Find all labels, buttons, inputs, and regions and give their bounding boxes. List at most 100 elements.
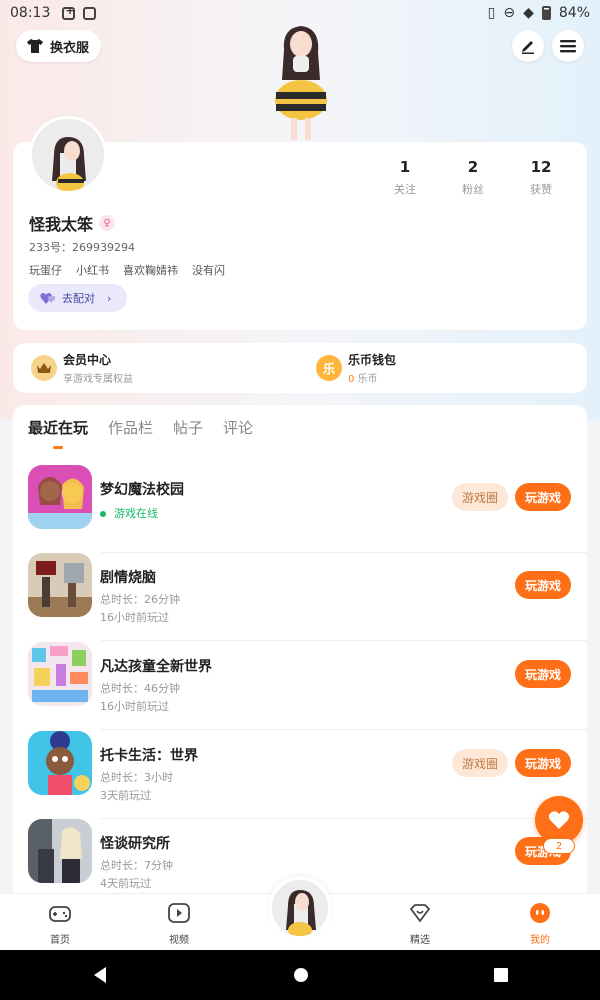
pen-icon (522, 41, 534, 54)
game-row[interactable]: 凡达孩童全新世界 总时长：46分钟 16小时前玩过 玩游戏 (13, 642, 587, 730)
game-last-played: 4天前玩过 (100, 877, 151, 890)
nav-me[interactable]: 我的 (510, 902, 570, 946)
stat-following[interactable]: 1 关注 (371, 158, 439, 197)
game-icon (28, 731, 92, 795)
heart-icon (548, 811, 570, 829)
notification-add-icon (62, 4, 76, 20)
notification-app-icon (83, 6, 97, 20)
game-name: 托卡生活：世界 (100, 748, 198, 764)
game-icon (28, 553, 92, 617)
game-play-duration: 总时长：3小时 (100, 771, 173, 784)
username-row: 怪我太笨 ♀ (29, 211, 116, 235)
nav-featured[interactable]: 精选 (390, 902, 450, 946)
floating-favorite-button[interactable] (535, 796, 583, 844)
coin-amount: 0 (348, 374, 355, 385)
stat-likes[interactable]: 12 获赞 (507, 158, 575, 197)
game-row[interactable]: 梦幻魔法校园 游戏在线 游戏圈 玩游戏 (13, 465, 587, 553)
recents-icon[interactable] (493, 968, 508, 982)
game-last-played: 3天前玩过 (100, 789, 151, 802)
vip-center-title: 会员中心 (63, 353, 112, 367)
change-outfit-button[interactable]: 换衣服 (16, 30, 102, 62)
game-status-text: 游戏在线 (114, 507, 158, 520)
wifi-icon: ◆ (523, 5, 534, 21)
stat-followers[interactable]: 2 粉丝 (439, 158, 507, 197)
stat-followers-value: 2 (467, 158, 479, 176)
change-outfit-label: 换衣服 (50, 40, 90, 56)
game-name: 怪谈研究所 (100, 836, 170, 852)
game-circle-button[interactable]: 游戏圈 (452, 749, 508, 777)
avatar-image (272, 880, 328, 936)
nav-featured-label: 精选 (410, 935, 430, 946)
game-last-played: 16小时前玩过 (100, 700, 169, 713)
coin-wallet-entry[interactable]: 乐 乐币钱包 0 乐币 (316, 351, 396, 385)
back-icon[interactable] (92, 966, 108, 984)
play-game-button[interactable]: 玩游戏 (515, 749, 571, 777)
row-divider (101, 729, 587, 730)
nav-home[interactable]: 首页 (30, 902, 90, 946)
female-gender-icon: ♀ (99, 215, 116, 231)
tab-works[interactable]: 作品栏 (108, 417, 153, 438)
game-last-played: 16小时前玩过 (100, 611, 169, 624)
game-play-duration: 总时长：46分钟 (100, 682, 180, 695)
game-play-duration: 总时长：7分钟 (100, 859, 173, 872)
online-dot-icon (100, 511, 106, 517)
wallet-card: 会员中心 享游戏专属权益 乐 乐币钱包 0 乐币 (13, 343, 587, 393)
profile-tags: 玩蛋仔 小红书 喜欢鞠婧祎 没有闪 (29, 262, 225, 278)
nav-me-label: 我的 (530, 935, 550, 946)
stat-likes-value: 12 (530, 158, 552, 176)
content-tabs: 最近在玩 作品栏 帖子 评论 (28, 417, 253, 438)
tab-comments[interactable]: 评论 (223, 417, 253, 438)
vip-center-subtitle: 享游戏专属权益 (63, 374, 133, 385)
tab-posts[interactable]: 帖子 (173, 417, 203, 438)
tab-recently-played[interactable]: 最近在玩 (28, 417, 88, 438)
username: 怪我太笨 (29, 215, 94, 234)
pair-button[interactable]: 去配对 › (28, 284, 127, 312)
avatar-3d-figure[interactable] (262, 22, 340, 142)
play-game-button[interactable]: 玩游戏 (515, 660, 571, 688)
game-circle-button[interactable]: 游戏圈 (452, 483, 508, 511)
nav-video[interactable]: 视频 (149, 902, 209, 946)
pair-label: 去配对 (62, 292, 95, 305)
nav-home-label: 首页 (50, 935, 70, 946)
coin-unit: 乐币 (357, 374, 378, 385)
nav-avatar-center[interactable] (268, 876, 332, 940)
bottom-nav: 首页 视频 精选 我的 (0, 876, 600, 950)
game-online-status: 游戏在线 (100, 505, 158, 521)
profile-avatar[interactable] (29, 116, 107, 194)
home-icon[interactable] (293, 967, 309, 983)
game-row[interactable]: 托卡生活：世界 总时长：3小时 3天前玩过 游戏圈 玩游戏 (13, 731, 587, 819)
edit-profile-button[interactable] (512, 30, 544, 62)
gamepad-icon (49, 906, 71, 922)
active-tab-indicator (53, 446, 63, 449)
profile-face-icon (530, 903, 550, 923)
game-play-duration: 总时长：26分钟 (100, 593, 180, 606)
vip-center-entry[interactable]: 会员中心 享游戏专属权益 (31, 351, 133, 385)
double-heart-icon (40, 293, 56, 304)
play-video-icon (168, 903, 190, 923)
play-game-button[interactable]: 玩游戏 (515, 483, 571, 511)
profile-tag: 小红书 (76, 264, 109, 277)
coin-icon: 乐 (316, 355, 342, 381)
battery-icon (541, 6, 551, 20)
user-id: 233号：269939294 (29, 241, 135, 254)
nav-video-label: 视频 (169, 935, 189, 946)
menu-button[interactable] (552, 30, 584, 62)
shirt-icon (27, 39, 43, 53)
profile-tag: 没有闪 (192, 264, 225, 277)
game-row[interactable]: 剧情烧脑 总时长：26分钟 16小时前玩过 玩游戏 (13, 553, 587, 641)
game-name: 剧情烧脑 (100, 570, 156, 586)
play-game-button[interactable]: 玩游戏 (515, 571, 571, 599)
game-icon (28, 465, 92, 529)
hamburger-menu-icon (560, 40, 576, 53)
coin-wallet-title: 乐币钱包 (348, 353, 397, 367)
content-card: 最近在玩 作品栏 帖子 评论 梦幻魔法校园 游戏在线 游戏圈 玩游戏 剧情烧脑 … (13, 405, 587, 905)
chevron-right-icon: › (107, 291, 112, 305)
stat-following-label: 关注 (394, 183, 416, 196)
dnd-icon: ⊖ (503, 5, 516, 21)
crown-icon (31, 355, 57, 381)
battery-level: 84% (558, 5, 590, 21)
game-icon (28, 642, 92, 706)
game-icon (28, 819, 92, 883)
profile-stats: 1 关注 2 粉丝 12 获赞 (371, 158, 575, 197)
coin-balance: 0 乐币 (348, 370, 396, 385)
